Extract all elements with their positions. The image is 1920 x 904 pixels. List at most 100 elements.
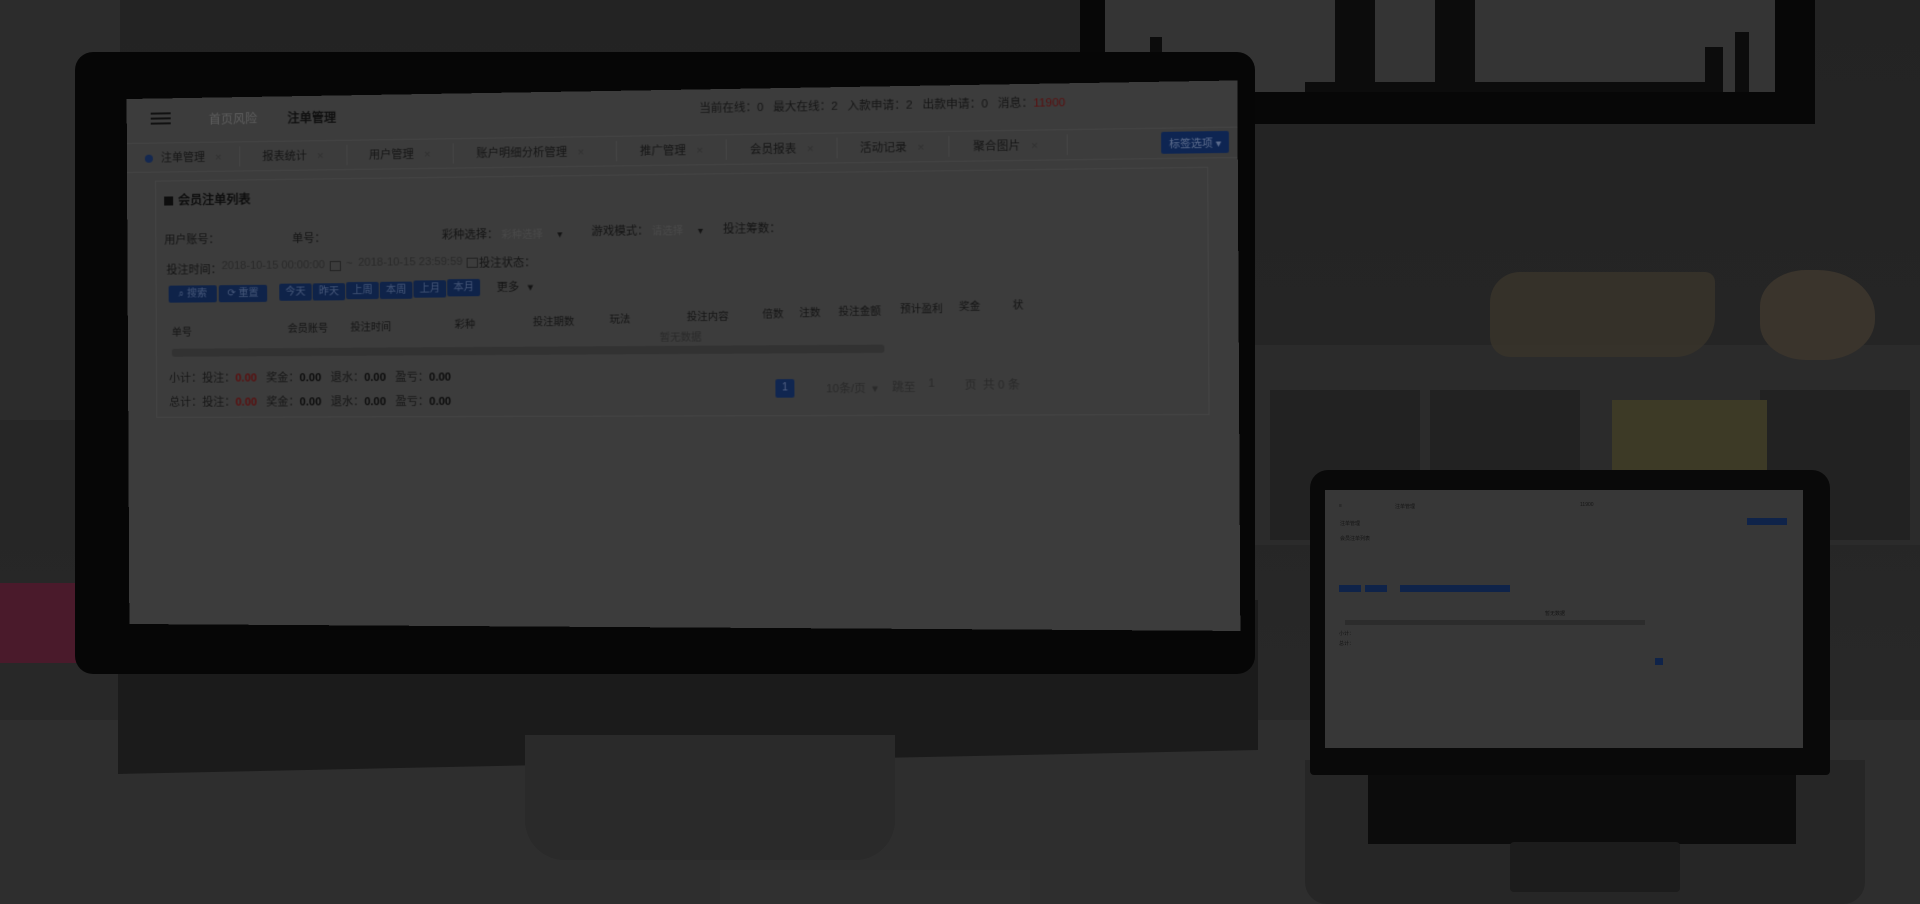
pagination-page[interactable]: 1: [775, 379, 794, 398]
tab-reports[interactable]: 报表统计 ×: [262, 147, 323, 164]
tab-close-icon[interactable]: ×: [917, 142, 924, 155]
th-bonus[interactable]: 奖金: [959, 297, 981, 313]
th-content[interactable]: 投注内容: [687, 308, 729, 324]
th-play[interactable]: 玩法: [610, 310, 631, 325]
subtotal-rebate-label: 退水：: [331, 372, 365, 384]
tab-orders[interactable]: 注单管理 ×: [145, 149, 222, 166]
quick-last-week-button[interactable]: 上周: [346, 282, 379, 299]
tab-close-icon[interactable]: ×: [215, 152, 222, 164]
laptop-total: 总计：: [1339, 640, 1354, 647]
tab-label: 会员报表: [750, 143, 796, 156]
time-label: 投注时间：: [166, 261, 221, 278]
tab-close-icon[interactable]: ×: [1031, 140, 1038, 153]
th-amount[interactable]: 投注金额: [838, 302, 881, 318]
quick-this-week-button[interactable]: 本周: [380, 282, 413, 299]
th-order-no[interactable]: 单号: [172, 324, 192, 339]
max-value: 2: [831, 101, 838, 113]
deposit-label[interactable]: 入款申请：: [848, 99, 907, 112]
quick-last-month-button[interactable]: 上月: [413, 280, 446, 297]
calendar-icon[interactable]: [330, 261, 341, 271]
reset-button-label: 重置: [238, 288, 258, 299]
calendar-icon[interactable]: [467, 258, 478, 268]
mode-select-value: 请选择: [652, 226, 683, 238]
subtotal-rebate-value: 0.00: [364, 372, 386, 384]
laptop-tab: 注单管理: [1340, 520, 1360, 527]
total-rebate-label: 退水：: [331, 396, 365, 408]
order-list-panel: 会员注单列表 用户账号： 单号： 彩种选择： 彩种选择 ▾ 游戏模式： 请选择 ▾ …: [155, 167, 1210, 418]
lottery-select-value: 彩种选择: [501, 230, 542, 242]
subtotal-bet-value: 0.00: [235, 372, 257, 384]
th-profit[interactable]: 预计盈利: [900, 300, 943, 316]
withdraw-label[interactable]: 出款申请：: [922, 98, 981, 111]
quick-today-button[interactable]: 今天: [279, 283, 311, 300]
reset-button[interactable]: ⟳ 重置: [219, 285, 267, 302]
th-member[interactable]: 会员账号: [288, 320, 329, 335]
subtotal-bet-label: 投注：: [202, 372, 235, 384]
more-dropdown-label: 更多: [497, 282, 520, 294]
quick-yesterday-button[interactable]: 昨天: [313, 283, 346, 300]
th-multiple[interactable]: 倍数: [762, 305, 783, 321]
search-button[interactable]: ⌕ 搜索: [169, 285, 217, 302]
decor-red-book: [0, 583, 85, 663]
time-end-input[interactable]: 2018-10-15 23:59:59: [358, 256, 463, 269]
laptop-page: [1655, 658, 1663, 665]
tab-label: 账户明细分析管理: [476, 147, 567, 160]
subtotal-bonus-label: 奖金：: [266, 372, 299, 384]
decor-figurine: [1490, 272, 1715, 357]
tab-close-icon[interactable]: ×: [807, 143, 814, 155]
laptop-reset-button: [1365, 585, 1387, 592]
laptop-screen: ≡ 注单管理 11900 注单管理 会员注单列表 暂无数据 小计： 总计：: [1325, 490, 1803, 748]
laptop-subtotal: 小计：: [1339, 630, 1354, 637]
subtotal-label: 小计：: [169, 373, 202, 385]
tab-label: 推广管理: [640, 145, 686, 158]
deposit-value[interactable]: 2: [906, 99, 913, 112]
menu-icon[interactable]: [151, 112, 171, 124]
laptop-tab-options-button: [1747, 518, 1787, 525]
total-bet-label: 投注：: [202, 397, 235, 409]
tab-close-icon[interactable]: ×: [424, 149, 431, 161]
tab-member-report[interactable]: 会员报表 ×: [750, 140, 814, 157]
total-row: 总计：投注：0.00 奖金：0.00 退水：0.00 盈亏：0.00: [169, 393, 451, 410]
breadcrumb-parent[interactable]: 首页风险: [209, 110, 257, 128]
status-label: 投注状态：: [479, 254, 536, 271]
chevron-down-icon: ▾: [872, 383, 878, 395]
time-start-input[interactable]: 2018-10-15 00:00:00: [222, 259, 325, 272]
tab-label: 报表统计: [262, 150, 307, 163]
mode-select[interactable]: 请选择 ▾: [652, 222, 703, 238]
more-dropdown[interactable]: 更多 ▾: [497, 278, 534, 295]
th-lottery[interactable]: 彩种: [455, 316, 476, 331]
total-profit-label: 盈亏：: [395, 396, 429, 408]
message-label[interactable]: 消息：: [998, 97, 1034, 110]
keyboard: [720, 870, 1030, 904]
message-value[interactable]: 11900: [1033, 97, 1065, 110]
tab-promotion[interactable]: 推广管理 ×: [640, 142, 703, 159]
tab-images[interactable]: 聚合图片 ×: [973, 137, 1038, 155]
goto-input[interactable]: 1: [928, 377, 935, 389]
tab-label: 用户管理: [369, 149, 414, 162]
panel-title: 会员注单列表: [164, 190, 250, 208]
total-count: 共 0 条: [983, 376, 1020, 393]
per-page-value: 10条/页: [826, 383, 866, 396]
tab-account-detail[interactable]: 账户明细分析管理 ×: [476, 143, 584, 161]
tab-close-icon[interactable]: ×: [317, 150, 324, 162]
table-horizontal-scrollbar[interactable]: [172, 345, 884, 357]
lottery-select[interactable]: 彩种选择 ▾: [501, 225, 562, 241]
tab-activity[interactable]: 活动记录 ×: [860, 138, 924, 155]
total-bonus-label: 奖金：: [266, 396, 299, 408]
tab-close-icon[interactable]: ×: [696, 145, 703, 157]
laptop-quick-buttons: [1400, 585, 1510, 592]
th-count[interactable]: 注数: [799, 304, 820, 320]
withdraw-value[interactable]: 0: [981, 98, 988, 111]
imac-stand: [525, 735, 895, 860]
th-status[interactable]: 状: [1013, 296, 1024, 312]
search-button-label: 搜索: [187, 288, 207, 299]
total-profit-value: 0.00: [429, 396, 451, 408]
quick-this-month-button[interactable]: 本月: [447, 279, 480, 297]
per-page-select[interactable]: 10条/页 ▾: [826, 380, 878, 397]
total-bonus-value: 0.00: [300, 396, 322, 408]
tab-close-icon[interactable]: ×: [577, 146, 584, 158]
tab-options-button[interactable]: 标签选项 ▾: [1161, 131, 1229, 154]
th-period[interactable]: 投注期数: [533, 313, 574, 329]
tab-users[interactable]: 用户管理 ×: [369, 146, 431, 163]
th-time[interactable]: 投注时间: [350, 318, 391, 333]
